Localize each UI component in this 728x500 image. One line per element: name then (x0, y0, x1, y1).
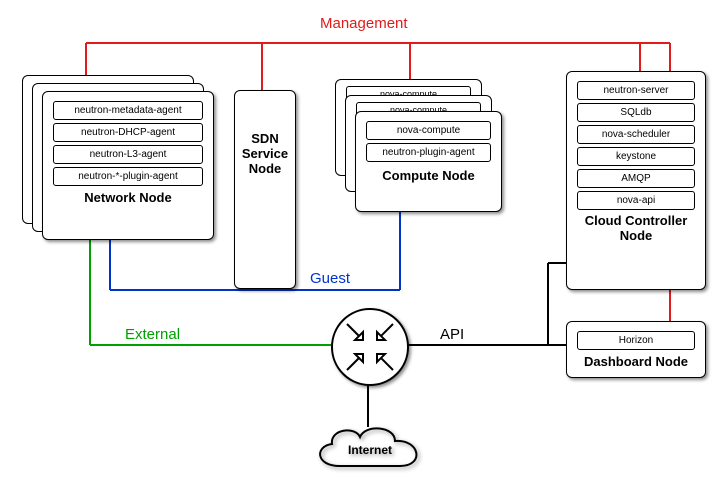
internet-cloud: Internet (310, 421, 430, 479)
router-icon (331, 308, 409, 386)
network-node-title: Network Node (43, 190, 213, 205)
cloudctrl-item: nova-scheduler (577, 125, 695, 144)
cloudctrl-item: SQLdb (577, 103, 695, 122)
network-node-item: neutron-metadata-agent (53, 101, 203, 120)
sdn-title-l3: Node (235, 161, 295, 176)
cloud-controller-title-text: Cloud Controller Node (585, 213, 688, 243)
network-node-item: neutron-DHCP-agent (53, 123, 203, 142)
sdn-title-l1: SDN (235, 131, 295, 146)
sdn-title-l2: Service (235, 146, 295, 161)
dashboard-title: Dashboard Node (567, 354, 705, 369)
label-management: Management (320, 15, 408, 32)
label-guest: Guest (310, 270, 350, 287)
sdn-service-node: SDN Service Node (234, 90, 296, 289)
dashboard-item: Horizon (577, 331, 695, 350)
network-node: neutron-metadata-agent neutron-DHCP-agen… (42, 91, 214, 240)
network-node-item: neutron-*-plugin-agent (53, 167, 203, 186)
compute-node-item: nova-compute (366, 121, 491, 140)
internet-label: Internet (310, 443, 430, 457)
label-api: API (440, 326, 464, 343)
compute-node-title: Compute Node (356, 168, 501, 183)
compute-node-item: neutron-plugin-agent (366, 143, 491, 162)
network-node-item: neutron-L3-agent (53, 145, 203, 164)
label-external: External (125, 326, 180, 343)
diagram-stage: Management Guest External API neutron-me… (0, 0, 728, 500)
cloudctrl-item: neutron-server (577, 81, 695, 100)
cloud-controller-node: neutron-server SQLdb nova-scheduler keys… (566, 71, 706, 290)
cloudctrl-item: nova-api (577, 191, 695, 210)
compute-node: nova-compute neutron-plugin-agent Comput… (355, 111, 502, 212)
cloudctrl-item: keystone (577, 147, 695, 166)
cloud-controller-title: Cloud Controller Node (567, 214, 705, 244)
dashboard-node: Horizon Dashboard Node (566, 321, 706, 378)
cloudctrl-item: AMQP (577, 169, 695, 188)
